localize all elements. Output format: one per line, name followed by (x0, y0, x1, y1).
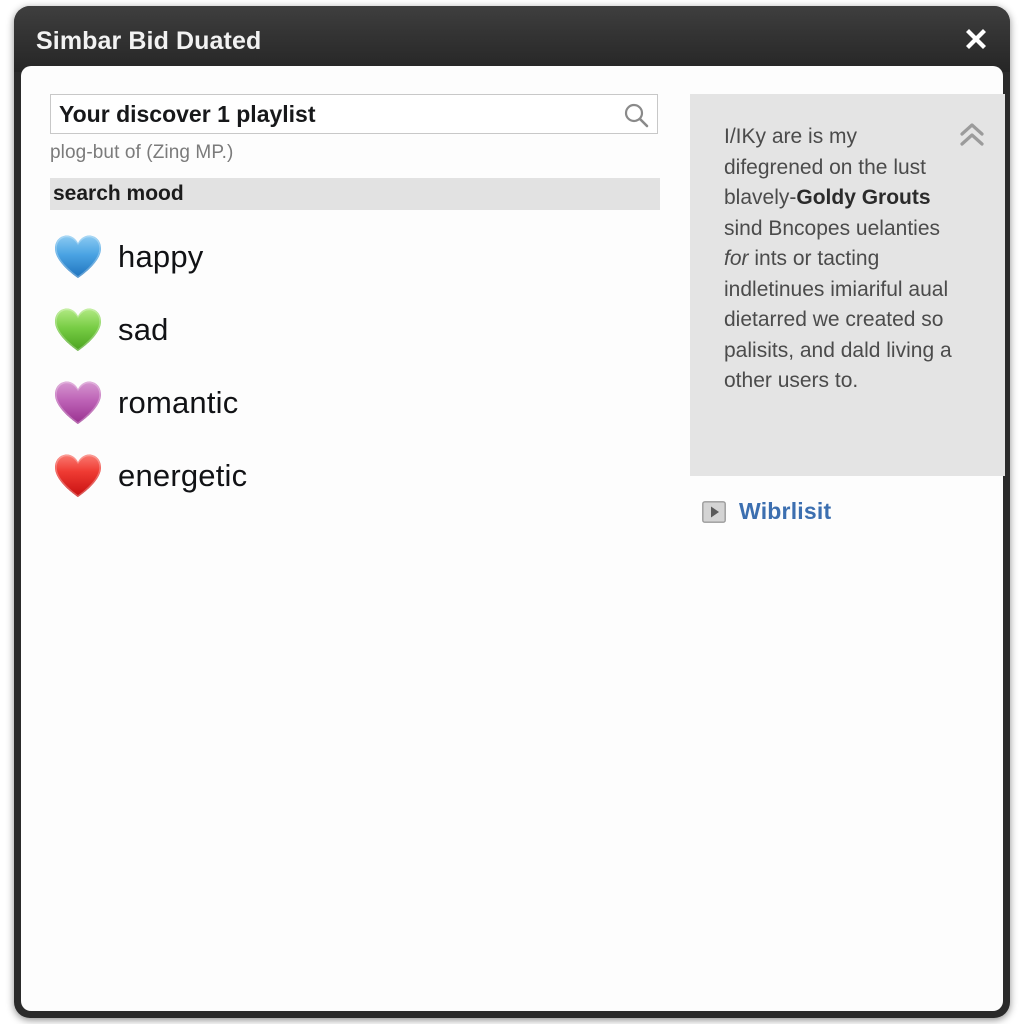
info-line: Bncopes uelanties (768, 216, 940, 240)
info-line: I/IKy are is my (724, 125, 858, 148)
heart-icon (50, 448, 106, 504)
heart-icon (50, 229, 106, 285)
website-link-label: Wibrlisit (739, 498, 832, 524)
mood-list: happy sad romantic energetic (50, 220, 660, 512)
heart-icon (50, 375, 106, 431)
list-item-label: romantic (118, 384, 239, 420)
list-item[interactable]: energetic (50, 439, 660, 512)
search-input[interactable] (59, 95, 599, 133)
list-item-label: happy (118, 238, 204, 274)
section-header: search mood (50, 178, 660, 210)
dialog-content: plog-but of (Zing MP.) search mood (21, 66, 1005, 1011)
info-line: ints or tacting indletinues imiariful au… (724, 247, 952, 392)
list-item[interactable]: happy (50, 220, 660, 293)
info-line-italic: for (724, 247, 749, 270)
play-button-icon[interactable] (702, 500, 726, 523)
search-field[interactable] (50, 94, 658, 134)
dialog-window: Simbar Bid Duated plog-but of (Zing MP.) (14, 6, 1010, 1018)
website-link[interactable]: Wibrlisit (702, 498, 831, 525)
chevron-double-up-icon[interactable] (957, 120, 987, 150)
close-icon[interactable] (958, 22, 994, 58)
list-item-label: sad (118, 311, 169, 347)
section-header-label: search mood (53, 182, 184, 205)
info-panel-column: I/IKy are is my difegrened on the lust b… (690, 94, 1005, 524)
title-bar: Simbar Bid Duated (14, 6, 1010, 72)
search-subtitle: plog-but of (Zing MP.) (50, 142, 234, 163)
window-title: Simbar Bid Duated (36, 27, 262, 55)
list-item[interactable]: romantic (50, 366, 660, 439)
info-panel-text: I/IKy are is my difegrened on the lust b… (724, 122, 962, 397)
search-panel: plog-but of (Zing MP.) search mood (50, 94, 660, 512)
heart-icon (50, 302, 106, 358)
search-magnifier-icon[interactable] (623, 102, 649, 128)
info-panel: I/IKy are is my difegrened on the lust b… (690, 94, 1005, 476)
info-line: sind (724, 216, 763, 240)
list-item-label: energetic (118, 457, 248, 493)
info-line-bold: Goldy Grouts (796, 186, 931, 209)
list-item[interactable]: sad (50, 293, 660, 366)
info-line: difegrened on the (724, 155, 888, 179)
